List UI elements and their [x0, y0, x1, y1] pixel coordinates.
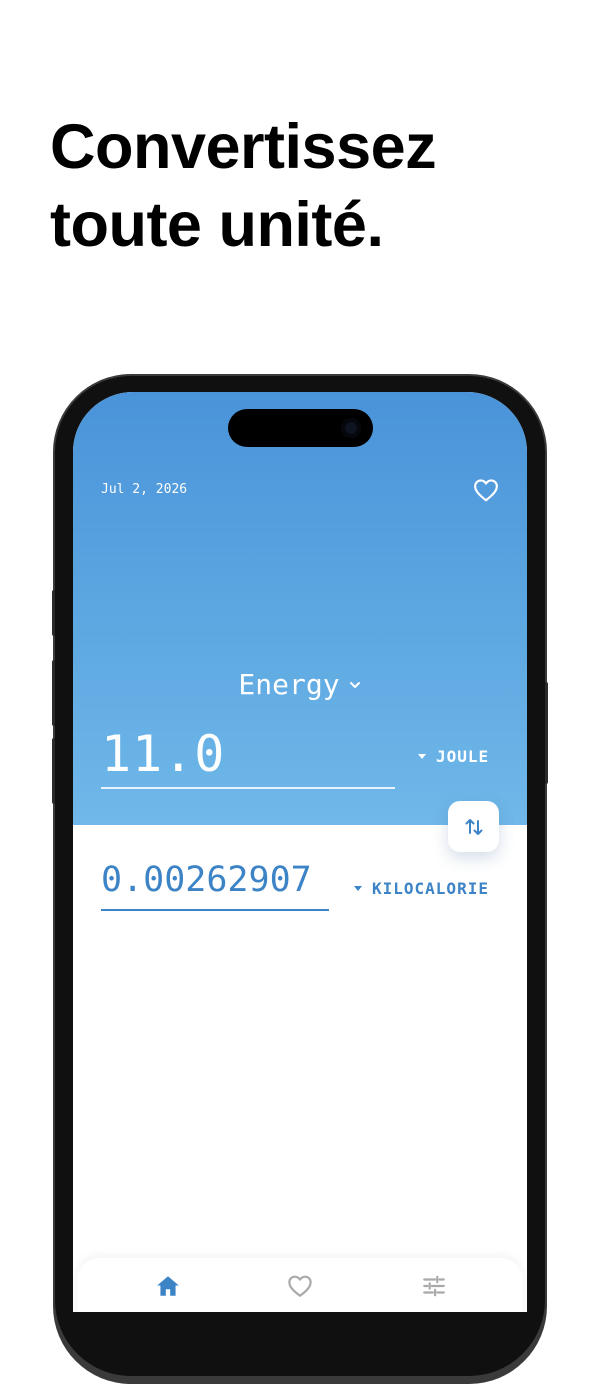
from-unit-label: JOULE — [436, 747, 490, 766]
favorite-heart-icon[interactable] — [473, 478, 499, 502]
to-unit-selector[interactable]: KILOCALORIE — [354, 879, 489, 898]
swap-vertical-icon — [465, 818, 482, 835]
input-value-field[interactable]: 11.0 — [101, 724, 395, 784]
category-selector[interactable]: Energy — [73, 668, 527, 701]
dynamic-island — [228, 409, 373, 447]
date-label: Jul 2, 2026 — [101, 482, 188, 497]
caret-down-icon — [418, 754, 426, 759]
swap-units-button[interactable] — [448, 801, 499, 852]
from-unit-selector[interactable]: JOULE — [418, 747, 489, 766]
output-value-field[interactable]: 0.00262907 — [101, 859, 329, 901]
phone-screen: Jul 2, 2026 Energy 11.0 JOULE 0.00262907… — [73, 392, 527, 1312]
tab-bar — [77, 1258, 523, 1312]
output-underline — [101, 909, 329, 911]
category-label: Energy — [238, 668, 340, 701]
sliders-icon[interactable] — [421, 1274, 447, 1298]
caret-down-icon — [354, 886, 362, 891]
headline-line-1: Convertissez — [50, 112, 437, 182]
camera-icon — [341, 418, 361, 438]
input-underline — [101, 787, 395, 789]
headline: Convertissez toute unité. — [50, 108, 437, 264]
to-unit-label: KILOCALORIE — [372, 879, 489, 898]
home-icon[interactable] — [155, 1274, 181, 1298]
chevron-down-icon — [349, 681, 360, 688]
headline-line-2: toute unité. — [50, 190, 384, 260]
heart-outline-icon[interactable] — [287, 1274, 313, 1298]
